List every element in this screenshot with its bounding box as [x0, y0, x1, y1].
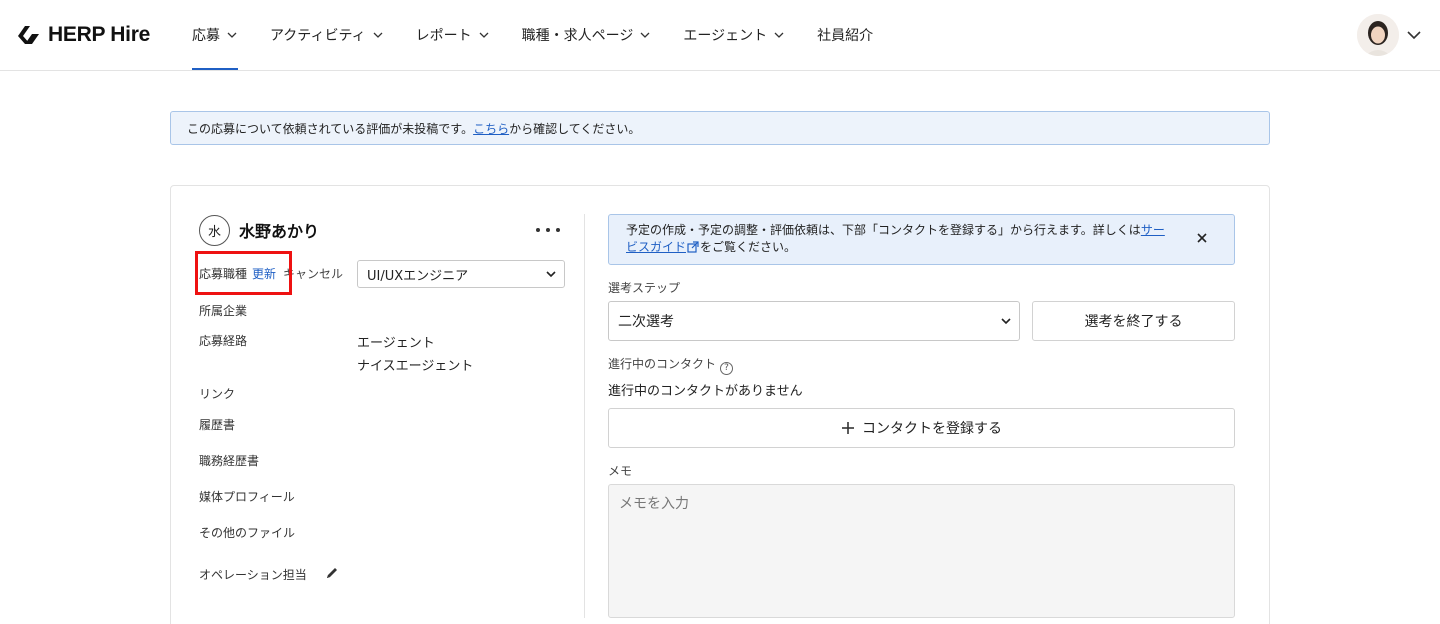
- add-contact-button[interactable]: コンタクトを登録する: [608, 408, 1235, 448]
- close-icon[interactable]: [1195, 231, 1209, 245]
- info-text-after: をご覧ください。: [700, 240, 797, 254]
- service-guide-link[interactable]: サー: [1141, 223, 1165, 237]
- link-label: リンク: [199, 387, 236, 401]
- end-selection-button[interactable]: 選考を終了する: [1032, 301, 1235, 341]
- info-text: 予定の作成・予定の調整・評価依頼は、下部「コンタクトを登録する」から行えます。詳…: [626, 223, 1141, 237]
- chevron-down-icon: [546, 271, 556, 278]
- chevron-down-icon: [774, 32, 784, 38]
- help-icon[interactable]: ?: [720, 362, 734, 375]
- memo-label: メモ: [608, 464, 633, 478]
- contact-label-text: 進行中のコンタクト: [608, 357, 717, 371]
- nav-jobs[interactable]: 職種・求人ページ: [506, 0, 668, 70]
- user-photo-icon: [1357, 14, 1399, 56]
- candidate-name: 水野あかり: [239, 222, 320, 241]
- chevron-down-icon: [227, 32, 237, 38]
- alert-text: この応募について依頼されている評価が未投稿です。: [187, 121, 474, 136]
- media-profile-label: 媒体プロフィール: [199, 490, 295, 504]
- route-agent-value: ナイスエージェント: [357, 359, 474, 374]
- other-files-label: その他のファイル: [199, 526, 296, 540]
- nav-label: エージェント: [683, 28, 768, 44]
- brand-name: HERP Hire: [48, 23, 150, 46]
- chevron-down-icon: [373, 32, 383, 38]
- user-avatar[interactable]: [1357, 14, 1399, 56]
- plus-icon: [842, 422, 854, 434]
- route-label: 応募経路: [199, 334, 248, 348]
- cv-label: 職務経歴書: [199, 454, 260, 468]
- alert-link[interactable]: こちら: [473, 120, 509, 137]
- nav-label: アクティビティ: [270, 28, 366, 44]
- top-header: HERP Hire 応募 アクティビティ レポート 職種・求人ページ エージェン…: [0, 0, 1440, 71]
- pencil-icon[interactable]: [325, 566, 339, 580]
- company-label: 所属企業: [199, 304, 248, 318]
- nav-label: 職種・求人ページ: [521, 28, 634, 44]
- job-select-value: UI/UXエンジニア: [367, 268, 469, 284]
- nav-label: 社員紹介: [817, 28, 874, 44]
- alert-text-after: から確認してください。: [509, 121, 641, 136]
- nav-reports[interactable]: レポート: [400, 0, 506, 70]
- herp-logo-icon: [18, 26, 39, 44]
- job-select[interactable]: UI/UXエンジニア: [357, 260, 565, 288]
- more-options-icon[interactable]: [536, 220, 560, 240]
- chevron-down-icon: [479, 32, 489, 38]
- nav-applications[interactable]: 応募: [176, 0, 254, 70]
- main-nav: 応募 アクティビティ レポート 職種・求人ページ エージェント 社員紹介: [176, 0, 889, 70]
- contact-label: 進行中のコンタクト?: [608, 355, 734, 375]
- route-value: エージェント: [357, 336, 435, 351]
- update-button[interactable]: 更新: [252, 265, 276, 282]
- no-contact-text: 進行中のコンタクトがありません: [608, 384, 803, 399]
- nav-label: レポート: [415, 28, 472, 44]
- external-link-icon: [687, 241, 699, 253]
- pending-evaluation-alert: この応募について依頼されている評価が未投稿です。 こちら から確認してください。: [170, 111, 1270, 145]
- candidate-initial-avatar: 水: [199, 215, 230, 246]
- herp-hire-logo[interactable]: HERP Hire: [16, 22, 150, 48]
- resume-label: 履歴書: [199, 418, 236, 432]
- chevron-down-icon: [1001, 318, 1011, 325]
- nav-referrals[interactable]: 社員紹介: [801, 0, 889, 70]
- step-label: 選考ステップ: [608, 281, 681, 295]
- step-select[interactable]: 二次選考: [608, 301, 1020, 341]
- contact-info-box: 予定の作成・予定の調整・評価依頼は、下部「コンタクトを登録する」から行えます。詳…: [608, 214, 1235, 265]
- job-label: 応募職種: [199, 267, 248, 281]
- nav-agents[interactable]: エージェント: [667, 0, 801, 70]
- nav-activity[interactable]: アクティビティ: [254, 0, 400, 70]
- nav-label: 応募: [192, 28, 220, 44]
- step-select-value: 二次選考: [618, 314, 674, 330]
- service-guide-link-cont[interactable]: ビスガイド: [626, 240, 686, 254]
- cancel-button[interactable]: キャンセル: [283, 265, 343, 282]
- operator-label: オペレーション担当: [199, 568, 307, 582]
- add-contact-label: コンタクトを登録する: [862, 421, 1002, 437]
- chevron-down-icon: [640, 32, 650, 38]
- memo-input[interactable]: メモを入力: [608, 484, 1235, 618]
- column-divider: [584, 214, 585, 618]
- account-menu-chevron-icon[interactable]: [1406, 28, 1422, 42]
